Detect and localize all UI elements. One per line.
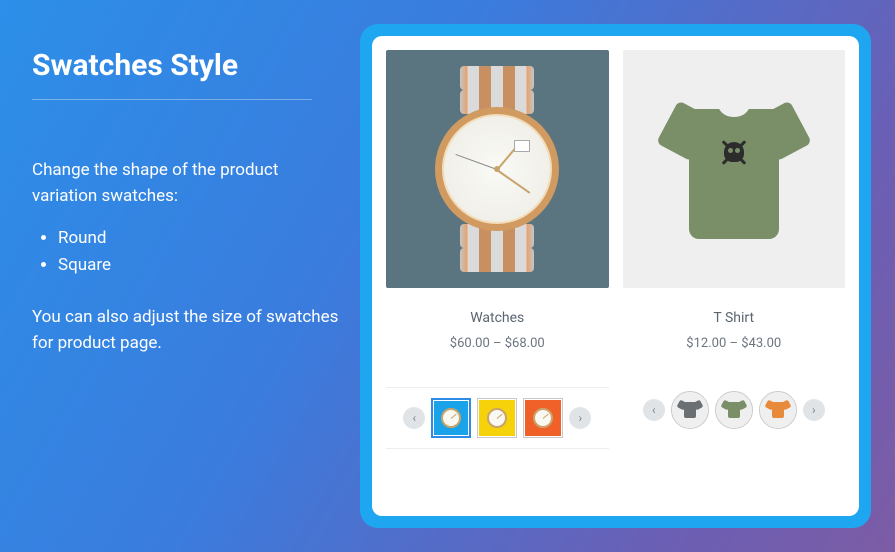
- description-2: You can also adjust the size of swatches…: [32, 305, 340, 356]
- swatch-square[interactable]: [523, 398, 563, 438]
- carousel-next-button[interactable]: ›: [569, 407, 591, 429]
- list-item: Round: [58, 225, 340, 252]
- description-1: Change the shape of the product variatio…: [32, 158, 340, 209]
- preview-inner: Watches $60.00 – $68.00 ‹ ›: [372, 36, 859, 516]
- watch-illustration: [432, 64, 562, 274]
- swatch-square[interactable]: [477, 398, 517, 438]
- swatch-carousel: ‹ ›: [386, 387, 609, 449]
- info-panel: Swatches Style Change the shape of the p…: [0, 0, 360, 552]
- swatch-round[interactable]: [715, 391, 753, 429]
- swatch-thumb: [525, 400, 561, 436]
- carousel-prev-button[interactable]: ‹: [643, 399, 665, 421]
- chevron-left-icon: ‹: [412, 411, 416, 425]
- product-price: $12.00 – $43.00: [686, 336, 781, 351]
- chevron-right-icon: ›: [812, 403, 816, 417]
- swatch-square[interactable]: [431, 398, 471, 438]
- swatch-thumb: [434, 401, 468, 435]
- style-options-list: Round Square: [58, 225, 340, 279]
- tshirt-illustration: [659, 79, 809, 259]
- divider: [32, 99, 312, 100]
- carousel-prev-button[interactable]: ‹: [403, 407, 425, 429]
- product-card-tshirt: T Shirt $12.00 – $43.00 ‹: [623, 50, 846, 502]
- swatch-round[interactable]: [671, 391, 709, 429]
- chevron-left-icon: ‹: [652, 403, 656, 417]
- swatch-thumb: [672, 392, 708, 428]
- swatch-thumb: [760, 392, 796, 428]
- preview-panel: Watches $60.00 – $68.00 ‹ ›: [360, 24, 871, 528]
- product-image[interactable]: [623, 50, 846, 288]
- swatch-carousel: ‹ ›: [623, 387, 846, 433]
- product-title[interactable]: Watches: [470, 310, 524, 326]
- page-title: Swatches Style: [32, 48, 340, 83]
- chevron-right-icon: ›: [578, 411, 582, 425]
- product-card-watches: Watches $60.00 – $68.00 ‹ ›: [386, 50, 609, 502]
- swatch-round[interactable]: [759, 391, 797, 429]
- list-item: Square: [58, 252, 340, 279]
- swatch-thumb: [716, 392, 752, 428]
- swatch-thumb: [479, 400, 515, 436]
- product-price: $60.00 – $68.00: [450, 336, 545, 351]
- product-image[interactable]: [386, 50, 609, 288]
- product-title[interactable]: T Shirt: [713, 310, 754, 326]
- carousel-next-button[interactable]: ›: [803, 399, 825, 421]
